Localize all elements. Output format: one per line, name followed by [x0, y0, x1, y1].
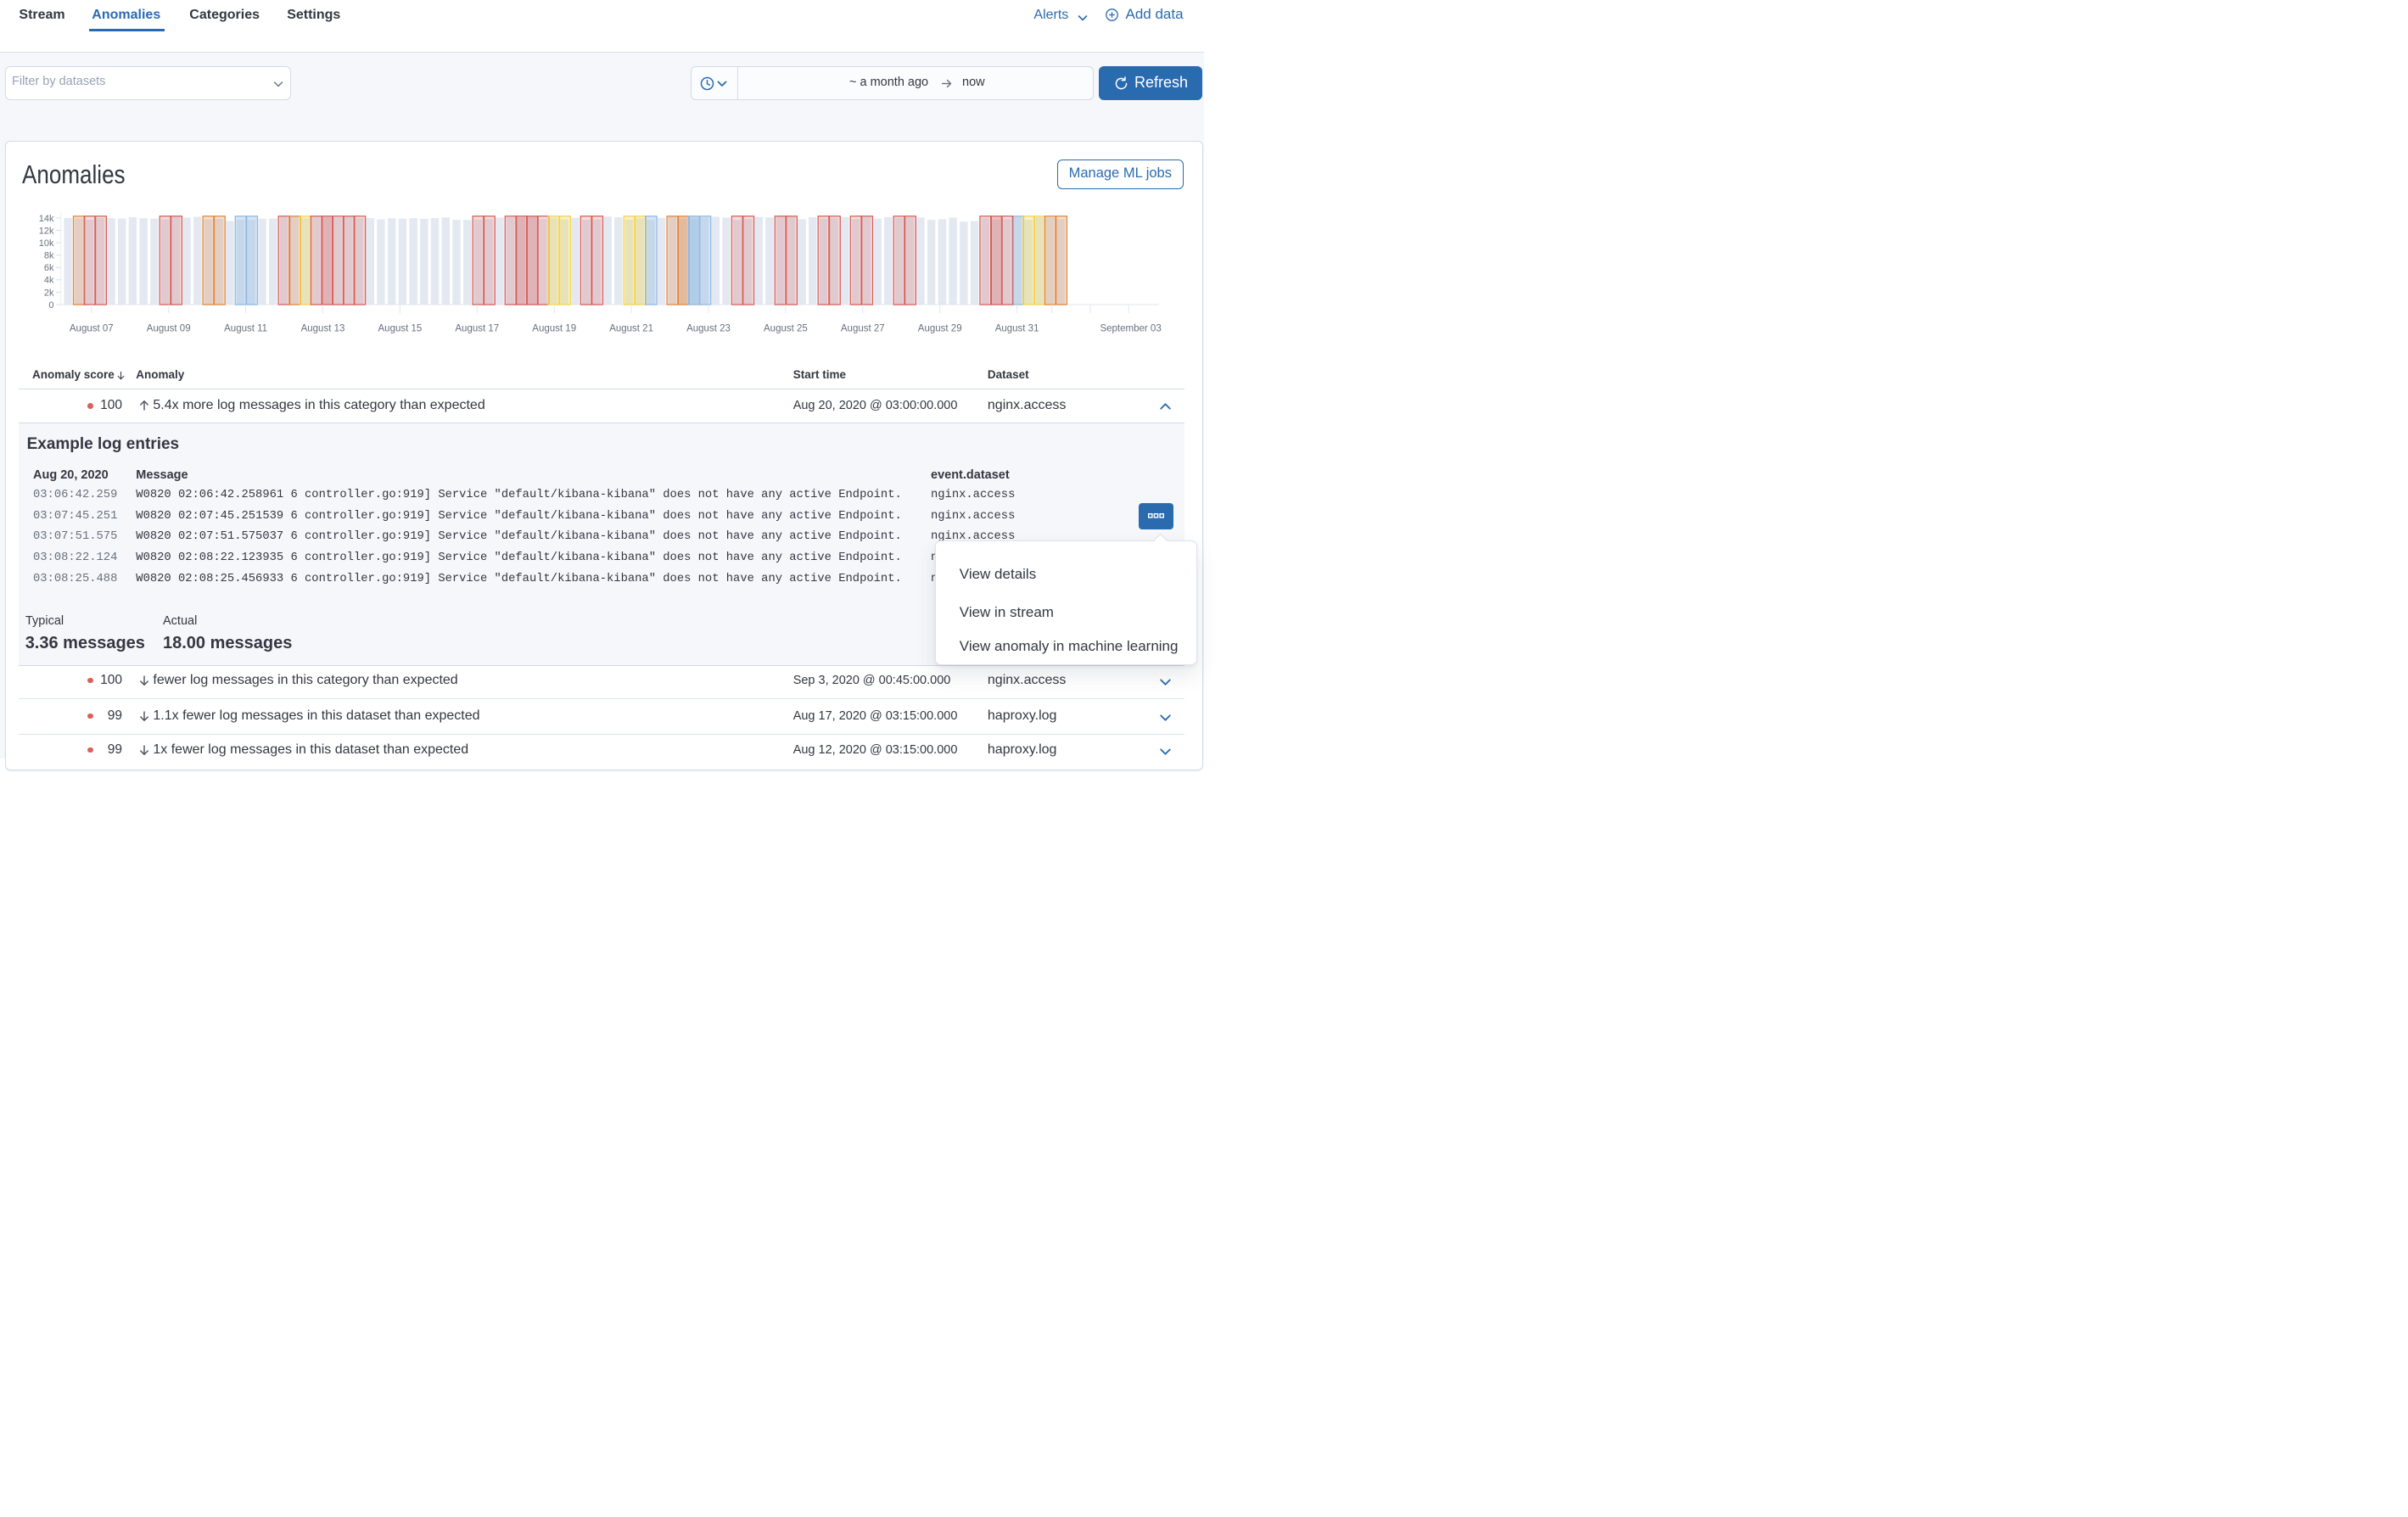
- svg-text:August 19: August 19: [532, 324, 576, 334]
- svg-text:12k: 12k: [39, 226, 54, 236]
- svg-text:August 17: August 17: [455, 324, 499, 334]
- svg-text:August 23: August 23: [686, 324, 731, 334]
- svg-text:8k: 8k: [44, 251, 54, 261]
- svg-text:2k: 2k: [44, 288, 54, 298]
- svg-text:August 09: August 09: [147, 324, 191, 334]
- svg-text:August 15: August 15: [378, 324, 423, 334]
- svg-text:0: 0: [48, 300, 53, 311]
- svg-text:August 27: August 27: [841, 324, 885, 334]
- svg-text:August 13: August 13: [301, 324, 345, 334]
- svg-text:August 31: August 31: [995, 324, 1039, 334]
- svg-text:August 21: August 21: [609, 324, 653, 334]
- svg-text:August 25: August 25: [764, 324, 808, 334]
- svg-text:10k: 10k: [39, 238, 54, 249]
- svg-text:August 29: August 29: [918, 324, 962, 334]
- svg-text:14k: 14k: [39, 214, 54, 224]
- svg-text:August 11: August 11: [224, 324, 267, 334]
- svg-text:4k: 4k: [44, 276, 54, 286]
- svg-text:6k: 6k: [44, 263, 54, 273]
- svg-text:August 07: August 07: [70, 324, 114, 334]
- svg-text:September 03: September 03: [1100, 324, 1161, 334]
